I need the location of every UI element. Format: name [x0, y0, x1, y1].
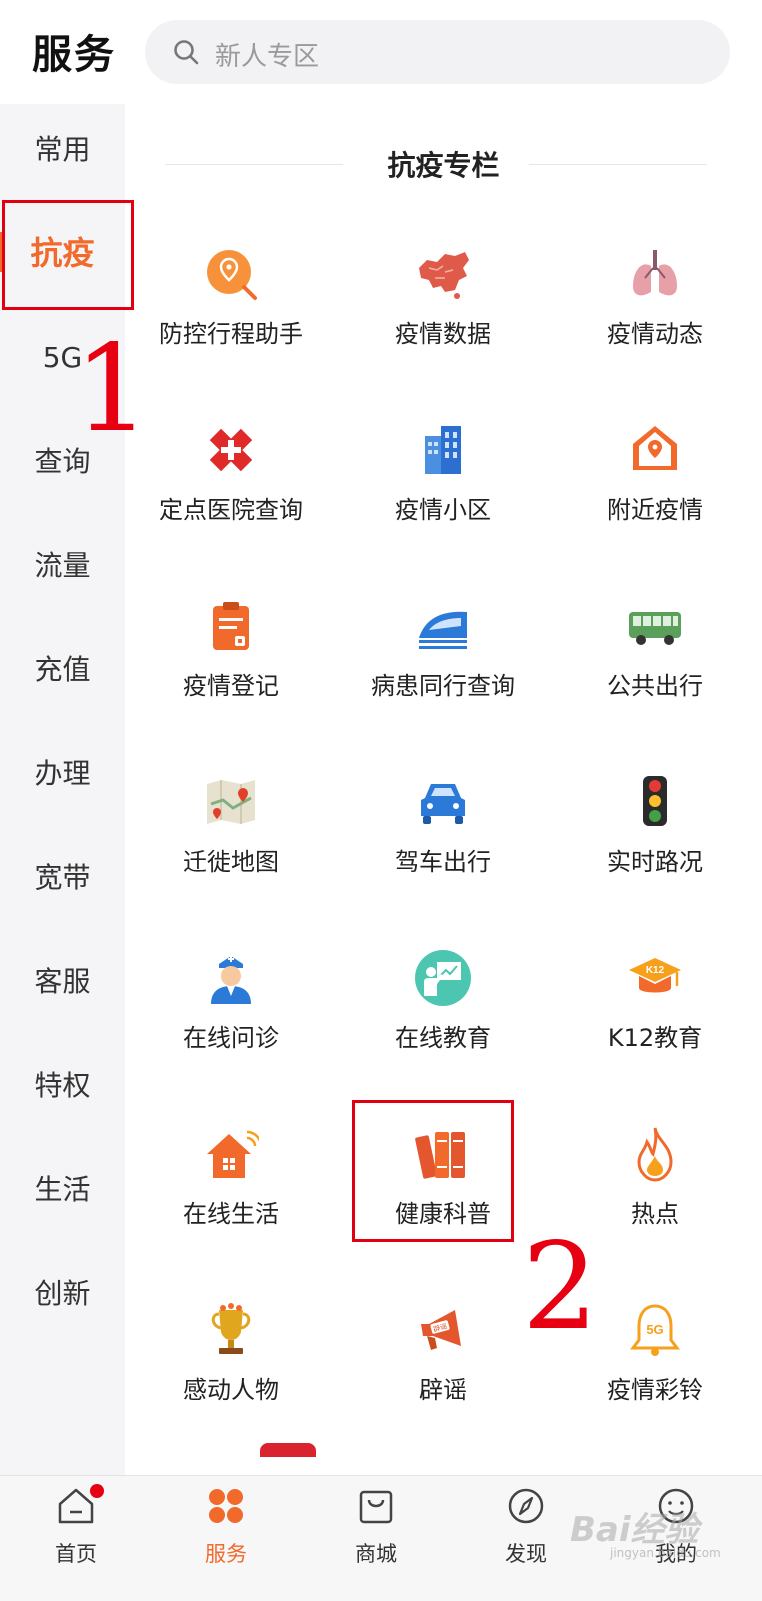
train-icon — [419, 611, 467, 649]
annotation-number-2: 2 — [522, 1218, 599, 1357]
traffic-light-icon — [643, 776, 667, 826]
sidebar-item-kuandai[interactable]: 宽带 — [0, 848, 125, 908]
folded-map-icon — [207, 780, 255, 824]
watermark-text: Bai经验 — [570, 1510, 699, 1550]
item-label: 附近疫情 — [607, 496, 703, 524]
item-label: 实时路况 — [607, 848, 703, 876]
item-label: 在线生活 — [183, 1200, 279, 1228]
service-item-public-transit[interactable]: 公共出行 — [549, 568, 761, 744]
service-item-nearby-epidemic[interactable]: 附近疫情 — [549, 392, 761, 568]
item-label: K12教育 — [607, 1024, 703, 1052]
header: 服务 新人专区 — [0, 0, 762, 104]
medical-cross-icon — [209, 428, 253, 472]
service-item-epidemic-data[interactable]: 疫情数据 — [337, 216, 549, 392]
sidebar-item-changyong[interactable]: 常用 — [0, 120, 125, 180]
item-label: 疫情动态 — [607, 320, 703, 348]
graduation-cap-icon: K12 — [629, 958, 681, 993]
k12-icon-text: K12 — [646, 965, 665, 976]
service-item-epidemic-community[interactable]: 疫情小区 — [337, 392, 549, 568]
service-item-online-consult[interactable]: 在线问诊 — [125, 920, 337, 1096]
notification-badge — [90, 1484, 104, 1498]
sidebar-item-tequan[interactable]: 特权 — [0, 1056, 125, 1116]
car-icon — [421, 784, 465, 824]
item-label: 疫情数据 — [395, 320, 491, 348]
sidebar-item-chongzhi[interactable]: 充值 — [0, 640, 125, 700]
shopping-bag-icon — [359, 1490, 393, 1524]
page-title: 服务 — [32, 32, 116, 78]
item-label: 迁徙地图 — [183, 848, 279, 876]
service-item-online-life[interactable]: 在线生活 — [125, 1096, 337, 1272]
search-icon — [174, 40, 199, 65]
service-item-k12-education[interactable]: K12 K12教育 — [549, 920, 761, 1096]
sidebar-item-liuliang[interactable]: 流量 — [0, 536, 125, 596]
item-label: 疫情小区 — [395, 496, 491, 524]
service-item-touching-people[interactable]: 感动人物 — [125, 1272, 337, 1448]
service-item-trip-assistant[interactable]: 防控行程助手 — [125, 216, 337, 392]
nav-label: 商城 — [355, 1542, 397, 1566]
next-item-peek — [260, 1443, 316, 1457]
sidebar-item-chuangxin[interactable]: 创新 — [0, 1264, 125, 1324]
service-item-driving[interactable]: 驾车出行 — [337, 744, 549, 920]
lungs-icon — [633, 250, 677, 296]
service-section: 抗疫专栏 防控行程助手 疫情数据 疫情动态 定点医院查询 疫情小区 附近疫情 疫… — [125, 104, 762, 1502]
location-pin-icon — [207, 250, 257, 300]
nav-label: 服务 — [205, 1542, 247, 1566]
sidebar-item-kefu[interactable]: 客服 — [0, 952, 125, 1012]
annotation-box-kangyi — [2, 200, 134, 310]
item-label: 疫情彩铃 — [607, 1376, 703, 1404]
item-label: 驾车出行 — [395, 848, 491, 876]
nav-home[interactable]: 首页 — [0, 1476, 152, 1601]
item-label: 公共出行 — [607, 672, 703, 700]
building-icon — [425, 426, 461, 474]
teacher-icon — [415, 950, 471, 1006]
sidebar-item-shenghuo[interactable]: 生活 — [0, 1160, 125, 1220]
nav-mall[interactable]: 商城 — [300, 1476, 452, 1601]
house-location-icon — [633, 426, 677, 470]
service-item-migration-map[interactable]: 迁徙地图 — [125, 744, 337, 920]
title-divider-right — [529, 164, 707, 165]
service-item-registration[interactable]: 疫情登记 — [125, 568, 337, 744]
ringtone-badge-text: 5G — [646, 1322, 663, 1337]
annotation-number-1: 1 — [74, 320, 151, 459]
flame-icon — [637, 1127, 673, 1182]
service-item-epidemic-news[interactable]: 疫情动态 — [549, 216, 761, 392]
service-grid-icon — [209, 1489, 243, 1523]
item-label: 病患同行查询 — [371, 672, 515, 700]
service-item-online-education[interactable]: 在线教育 — [337, 920, 549, 1096]
nurse-icon — [211, 956, 251, 1004]
clipboard-icon — [213, 602, 249, 650]
item-label: 辟谣 — [419, 1376, 467, 1404]
nav-service[interactable]: 服务 — [150, 1476, 302, 1601]
china-map-icon — [419, 252, 469, 299]
service-item-rumor-refute[interactable]: 辟谣 辟谣 — [337, 1272, 549, 1448]
item-label: 定点医院查询 — [159, 496, 303, 524]
search-bar[interactable]: 新人专区 — [145, 20, 730, 84]
trophy-icon — [211, 1303, 251, 1354]
item-label: 防控行程助手 — [159, 320, 303, 348]
search-placeholder: 新人专区 — [215, 42, 320, 72]
item-label: 疫情登记 — [183, 672, 279, 700]
compass-icon — [508, 1488, 544, 1524]
item-label: 在线问诊 — [183, 1024, 279, 1052]
item-label: 在线教育 — [395, 1024, 491, 1052]
bus-icon — [629, 612, 681, 645]
bell-5g-icon: 5G — [630, 1304, 680, 1356]
service-item-hospital-search[interactable]: 定点医院查询 — [125, 392, 337, 568]
watermark-url: jingyan.baidu.com — [610, 1546, 721, 1560]
annotation-box-health-science — [352, 1100, 514, 1242]
smart-home-icon — [207, 1130, 259, 1178]
sidebar-item-banli[interactable]: 办理 — [0, 744, 125, 804]
service-item-traffic[interactable]: 实时路况 — [549, 744, 761, 920]
nav-label: 首页 — [55, 1542, 97, 1566]
megaphone-icon: 辟谣 — [421, 1310, 461, 1350]
category-sidebar: 常用 抗疫 5G 查询 流量 充值 办理 宽带 客服 特权 生活 创新 — [0, 104, 125, 1502]
service-item-patient-trip-search[interactable]: 病患同行查询 — [337, 568, 549, 744]
item-label: 感动人物 — [183, 1376, 279, 1404]
